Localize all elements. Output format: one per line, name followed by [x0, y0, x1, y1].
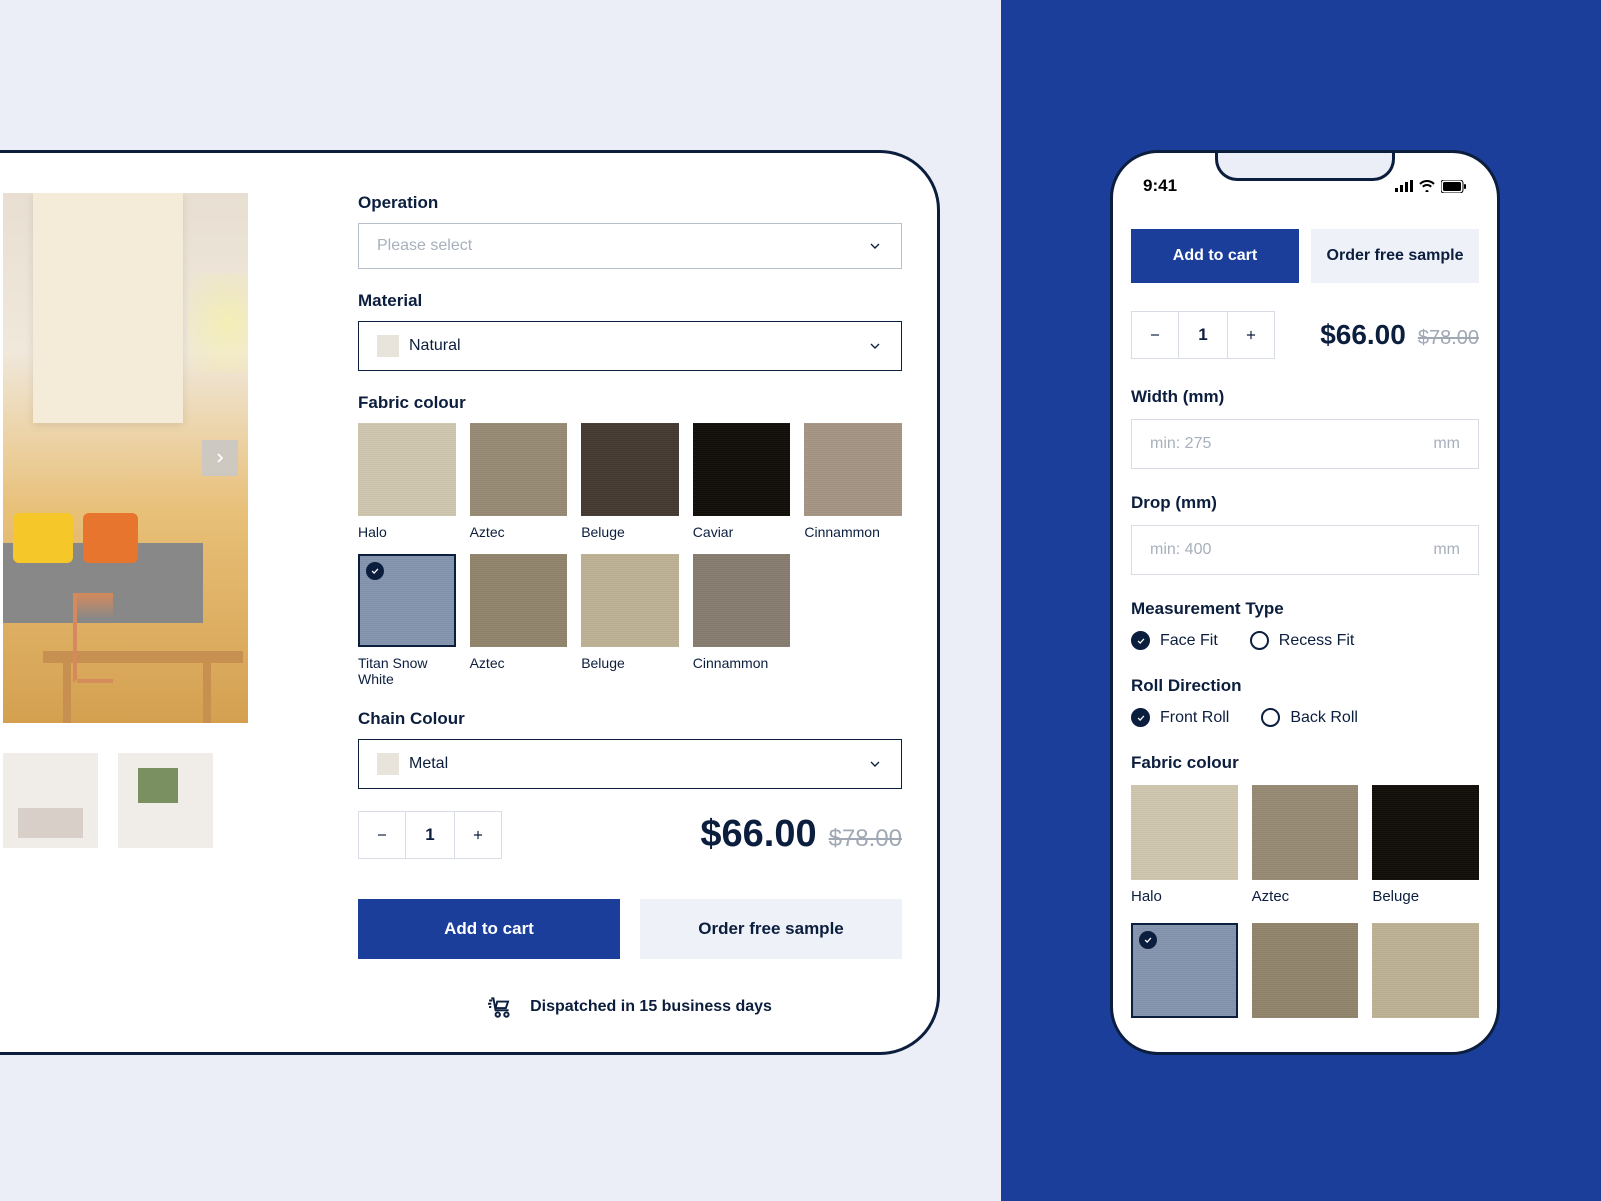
drop-input[interactable]: min: 400 mm — [1131, 525, 1479, 575]
fabric-swatch[interactable]: Aztec — [470, 423, 568, 540]
order-sample-button[interactable]: Order free sample — [1311, 229, 1479, 283]
width-unit: mm — [1433, 435, 1460, 453]
drop-placeholder: min: 400 — [1150, 541, 1211, 559]
radio-label: Recess Fit — [1279, 632, 1355, 650]
quantity-increase-button[interactable] — [454, 811, 502, 859]
battery-icon — [1441, 180, 1467, 193]
price-original: $78.00 — [1418, 327, 1479, 350]
measurement-type-label: Measurement Type — [1131, 599, 1479, 619]
fabric-swatch[interactable]: Aztec — [1252, 785, 1359, 905]
width-input[interactable]: min: 275 mm — [1131, 419, 1479, 469]
quantity-stepper: 1 — [358, 811, 502, 859]
radio-icon — [1261, 708, 1280, 727]
swatch-label: Aztec — [1252, 888, 1359, 905]
measurement-type-option[interactable]: Face Fit — [1131, 631, 1218, 650]
product-gallery-column — [3, 193, 248, 1020]
roll-direction-label: Roll Direction — [1131, 676, 1479, 696]
dispatch-text: Dispatched in 15 business days — [530, 998, 772, 1016]
swatch-label: Cinnammon — [693, 655, 791, 671]
desktop-device-frame: Operation Please select Material Natural… — [0, 150, 940, 1055]
fabric-swatch[interactable]: Cinnammon — [693, 554, 791, 687]
quantity-value: 1 — [406, 811, 454, 859]
fabric-swatch[interactable]: Titan Snow White — [358, 554, 456, 687]
quantity-increase-button[interactable] — [1227, 311, 1275, 359]
fabric-colour-label: Fabric colour — [1131, 753, 1479, 773]
shipping-icon — [488, 994, 514, 1020]
swatch-label: Aztec — [470, 524, 568, 540]
drop-unit: mm — [1433, 541, 1460, 559]
product-main-image — [3, 193, 248, 723]
fabric-swatch[interactable]: Beluge — [1372, 785, 1479, 905]
operation-placeholder: Please select — [377, 237, 472, 255]
quantity-decrease-button[interactable] — [358, 811, 406, 859]
swatch-label: Caviar — [693, 524, 791, 540]
quantity-stepper: 1 — [1131, 311, 1275, 359]
fabric-swatch[interactable]: Aztec — [470, 554, 568, 687]
chain-colour-select[interactable]: Metal — [358, 739, 902, 789]
fabric-swatch[interactable]: Cinnammon — [804, 423, 902, 540]
width-placeholder: min: 275 — [1150, 435, 1211, 453]
roll-direction-option[interactable]: Back Roll — [1261, 708, 1358, 727]
quantity-value: 1 — [1179, 311, 1227, 359]
chain-colour-value: Metal — [409, 755, 448, 773]
gallery-next-button[interactable] — [202, 440, 238, 476]
phone-device-frame: 9:41 Add to cart Order free sample 1 — [1110, 150, 1500, 1055]
radio-icon — [1250, 631, 1269, 650]
width-label: Width (mm) — [1131, 387, 1479, 407]
chevron-down-icon — [867, 238, 883, 254]
fabric-swatch[interactable] — [1131, 923, 1238, 1026]
check-icon — [366, 562, 384, 580]
price-original: $78.00 — [829, 825, 902, 853]
check-icon — [1139, 931, 1157, 949]
material-swatch-icon — [377, 335, 399, 357]
chevron-down-icon — [867, 338, 883, 354]
drop-label: Drop (mm) — [1131, 493, 1479, 513]
operation-select[interactable]: Please select — [358, 223, 902, 269]
fabric-swatch[interactable] — [1372, 923, 1479, 1026]
fabric-colour-label: Fabric colour — [358, 393, 902, 413]
gallery-thumbnail[interactable] — [118, 753, 213, 848]
radio-icon — [1131, 631, 1150, 650]
fabric-swatch[interactable]: Caviar — [693, 423, 791, 540]
swatch-label: Titan Snow White — [358, 655, 456, 687]
radio-label: Face Fit — [1160, 632, 1218, 650]
order-sample-button[interactable]: Order free sample — [640, 899, 902, 959]
swatch-label: Aztec — [470, 655, 568, 671]
fabric-swatch[interactable]: Beluge — [581, 554, 679, 687]
fabric-swatch[interactable]: Halo — [1131, 785, 1238, 905]
signal-icon — [1395, 180, 1413, 192]
price-current: $66.00 — [700, 813, 816, 856]
material-select[interactable]: Natural — [358, 321, 902, 371]
chain-colour-label: Chain Colour — [358, 709, 902, 729]
chevron-down-icon — [867, 756, 883, 772]
measurement-type-option[interactable]: Recess Fit — [1250, 631, 1355, 650]
quantity-decrease-button[interactable] — [1131, 311, 1179, 359]
gallery-thumbnail[interactable] — [3, 753, 98, 848]
add-to-cart-button[interactable]: Add to cart — [358, 899, 620, 959]
swatch-label: Cinnammon — [804, 524, 902, 540]
swatch-label: Halo — [1131, 888, 1238, 905]
radio-label: Back Roll — [1290, 709, 1358, 727]
phone-notch — [1215, 151, 1395, 181]
chain-swatch-icon — [377, 753, 399, 775]
fabric-swatch[interactable]: Halo — [358, 423, 456, 540]
operation-label: Operation — [358, 193, 902, 213]
roll-direction-option[interactable]: Front Roll — [1131, 708, 1229, 727]
swatch-label: Halo — [358, 524, 456, 540]
price-current: $66.00 — [1320, 319, 1406, 351]
swatch-label: Beluge — [581, 524, 679, 540]
status-time: 9:41 — [1143, 176, 1177, 196]
wifi-icon — [1419, 180, 1435, 192]
add-to-cart-button[interactable]: Add to cart — [1131, 229, 1299, 283]
swatch-label: Beluge — [1372, 888, 1479, 905]
material-label: Material — [358, 291, 902, 311]
radio-label: Front Roll — [1160, 709, 1229, 727]
radio-icon — [1131, 708, 1150, 727]
fabric-swatch[interactable]: Beluge — [581, 423, 679, 540]
material-value: Natural — [409, 337, 461, 355]
swatch-label: Beluge — [581, 655, 679, 671]
fabric-swatch[interactable] — [1252, 923, 1359, 1026]
